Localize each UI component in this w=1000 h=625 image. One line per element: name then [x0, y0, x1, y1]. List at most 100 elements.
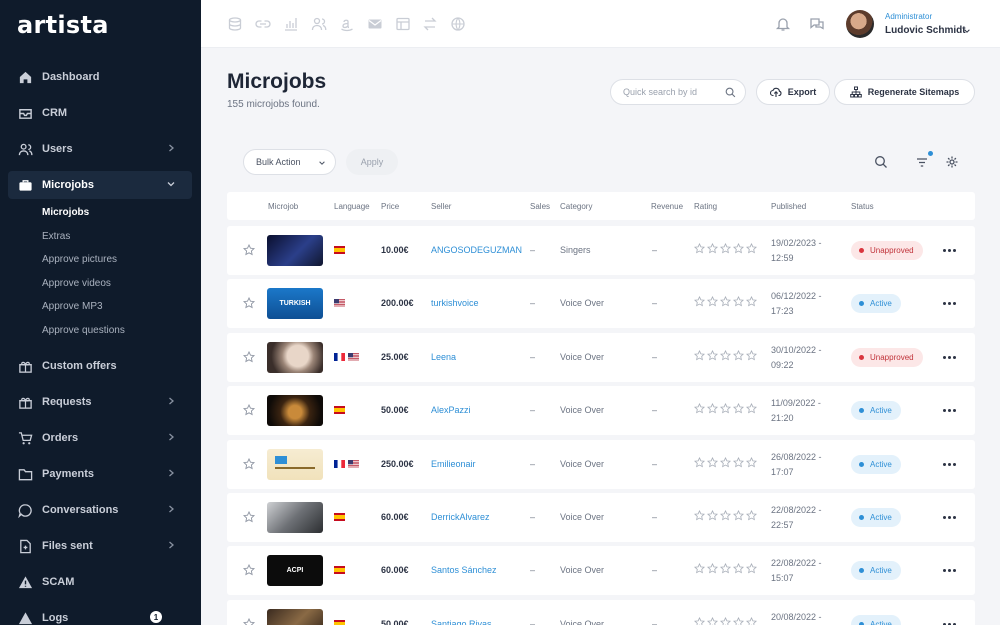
favorite-star-icon[interactable] — [243, 404, 255, 416]
sidebar-item-dashboard[interactable]: Dashboard — [8, 63, 192, 91]
column-header-price[interactable]: Price — [381, 202, 399, 211]
microjob-thumbnail[interactable] — [267, 502, 323, 533]
seller-link[interactable]: Santiago Rivas — [431, 619, 492, 625]
sidebar-item-scam[interactable]: SCAM — [8, 568, 192, 596]
microjob-thumbnail[interactable] — [267, 341, 323, 373]
seller-link[interactable]: DerrickAlvarez — [431, 512, 490, 522]
microjob-thumbnail[interactable] — [267, 448, 323, 480]
rating-star-icon — [733, 510, 744, 521]
sidebar-item-logs[interactable]: Logs 1 — [8, 604, 192, 625]
search-input[interactable] — [623, 87, 723, 97]
microjob-thumbnail[interactable] — [267, 608, 323, 625]
category: Voice Over — [560, 298, 605, 309]
sidebar-item-users[interactable]: Users — [8, 135, 192, 163]
seller-link[interactable]: AlexPazzi — [431, 405, 471, 415]
table-row[interactable]: 10.00€ ANGOSODEGUZMAN – Singers – 19/02/… — [227, 226, 975, 275]
row-actions-more-icon[interactable] — [943, 249, 957, 253]
sidebar-item-payments[interactable]: Payments — [8, 460, 192, 488]
sidebar-item-orders[interactable]: Orders — [8, 424, 192, 452]
globe-icon[interactable] — [450, 16, 466, 32]
column-header-published[interactable]: Published — [771, 202, 806, 211]
favorite-star-icon[interactable] — [243, 511, 255, 523]
row-actions-more-icon[interactable] — [943, 355, 957, 360]
regenerate-sitemaps-button[interactable]: Regenerate Sitemaps — [834, 79, 975, 105]
table-row[interactable]: 50.00€ Santiago Rivas – Voice Over – 20/… — [227, 599, 975, 625]
seller-link[interactable]: Leena — [431, 352, 456, 362]
chevron-down-icon — [167, 182, 175, 187]
submenu-approve-questions[interactable]: Approve questions — [42, 325, 125, 336]
submenu-approve-videos[interactable]: Approve videos — [42, 278, 111, 289]
table-row[interactable]: 60.00€ DerrickAlvarez – Voice Over – 22/… — [227, 493, 975, 542]
transfer-icon[interactable] — [422, 16, 438, 32]
sales: – — [530, 298, 536, 309]
messages-icon[interactable] — [809, 16, 825, 32]
sidebar-item-conversations[interactable]: Conversations — [8, 496, 192, 524]
row-actions-more-icon[interactable] — [943, 516, 957, 520]
database-icon[interactable] — [227, 16, 243, 32]
seller-link[interactable]: turkishvoice — [431, 298, 479, 308]
table-icon[interactable] — [395, 16, 411, 32]
column-header-rating[interactable]: Rating — [694, 202, 717, 211]
table-row[interactable]: 25.00€ Leena – Voice Over – 30/10/2022 -… — [227, 332, 975, 382]
table-row[interactable]: 50.00€ AlexPazzi – Voice Over – 11/09/20… — [227, 386, 975, 436]
filter-icon[interactable] — [915, 155, 929, 169]
sidebar-item-custom-offers[interactable]: Custom offers — [8, 352, 192, 380]
user-menu-chevron-icon[interactable] — [963, 27, 971, 35]
favorite-star-icon[interactable] — [243, 244, 255, 256]
table-search-icon[interactable] — [874, 155, 888, 169]
table-row[interactable]: ACPI 60.00€ Santos Sánchez – Voice Over … — [227, 546, 975, 596]
bulk-action-select[interactable]: Bulk Action — [243, 149, 336, 175]
settings-gear-icon[interactable] — [945, 155, 959, 169]
column-header-microjob[interactable]: Microjob — [268, 202, 298, 211]
table-row[interactable]: TURKISH 200.00€ turkishvoice – Voice Ove… — [227, 279, 975, 329]
column-header-language[interactable]: Language — [334, 202, 370, 211]
microjob-thumbnail[interactable]: TURKISH — [267, 288, 323, 320]
submenu-extras[interactable]: Extras — [42, 231, 70, 242]
sidebar-item-crm[interactable]: CRM — [8, 99, 192, 127]
favorite-star-icon[interactable] — [243, 350, 255, 363]
quick-search[interactable] — [610, 79, 746, 105]
mail-icon[interactable] — [367, 16, 383, 32]
seller-link[interactable]: Santos Sánchez — [431, 565, 497, 575]
column-header-sales[interactable]: Sales — [530, 202, 550, 211]
status-badge: Active — [851, 614, 901, 625]
favorite-star-icon[interactable] — [243, 617, 255, 625]
apply-button[interactable]: Apply — [346, 149, 398, 175]
row-actions-more-icon[interactable] — [943, 462, 957, 467]
seller-link[interactable]: ANGOSODEGUZMAN — [431, 245, 522, 255]
row-actions-more-icon[interactable] — [943, 569, 957, 573]
microjob-thumbnail[interactable] — [267, 395, 323, 427]
user-group-icon[interactable] — [311, 16, 327, 32]
user-name[interactable]: Ludovic Schmidt — [885, 25, 966, 36]
column-header-status[interactable]: Status — [851, 202, 874, 211]
column-header-category[interactable]: Category — [560, 202, 592, 211]
sidebar-item-label: Files sent — [42, 540, 93, 552]
row-actions-more-icon[interactable] — [943, 409, 957, 413]
column-header-seller[interactable]: Seller — [431, 202, 451, 211]
microjob-thumbnail[interactable] — [267, 235, 323, 266]
favorite-star-icon[interactable] — [243, 297, 255, 309]
sidebar-item-files-sent[interactable]: Files sent — [8, 532, 192, 560]
user-avatar[interactable] — [846, 10, 874, 38]
sidebar-item-requests[interactable]: Requests — [8, 388, 192, 416]
bell-icon[interactable] — [775, 16, 791, 32]
column-header-revenue[interactable]: Revenue — [651, 202, 683, 211]
app-logo[interactable]: artista — [17, 11, 109, 39]
flag-spain-icon — [334, 246, 345, 254]
favorite-star-icon[interactable] — [243, 564, 255, 576]
microjob-thumbnail[interactable]: ACPI — [267, 555, 323, 587]
link-icon[interactable] — [255, 16, 271, 32]
submenu-microjobs[interactable]: Microjobs — [42, 207, 89, 218]
row-actions-more-icon[interactable] — [943, 302, 957, 306]
table-row[interactable]: 250.00€ Emilieonair – Voice Over – 26/08… — [227, 439, 975, 489]
submenu-approve-pictures[interactable]: Approve pictures — [42, 254, 117, 265]
export-button[interactable]: Export — [756, 79, 830, 105]
amazon-icon[interactable] — [339, 16, 355, 32]
favorite-star-icon[interactable] — [243, 457, 255, 470]
sidebar-item-microjobs[interactable]: Microjobs — [8, 171, 192, 199]
bar-chart-icon[interactable] — [283, 16, 299, 32]
regenerate-label: Regenerate Sitemaps — [867, 87, 960, 97]
seller-link[interactable]: Emilieonair — [431, 459, 476, 469]
submenu-approve-mp3[interactable]: Approve MP3 — [42, 301, 103, 312]
search-icon[interactable] — [725, 87, 736, 98]
